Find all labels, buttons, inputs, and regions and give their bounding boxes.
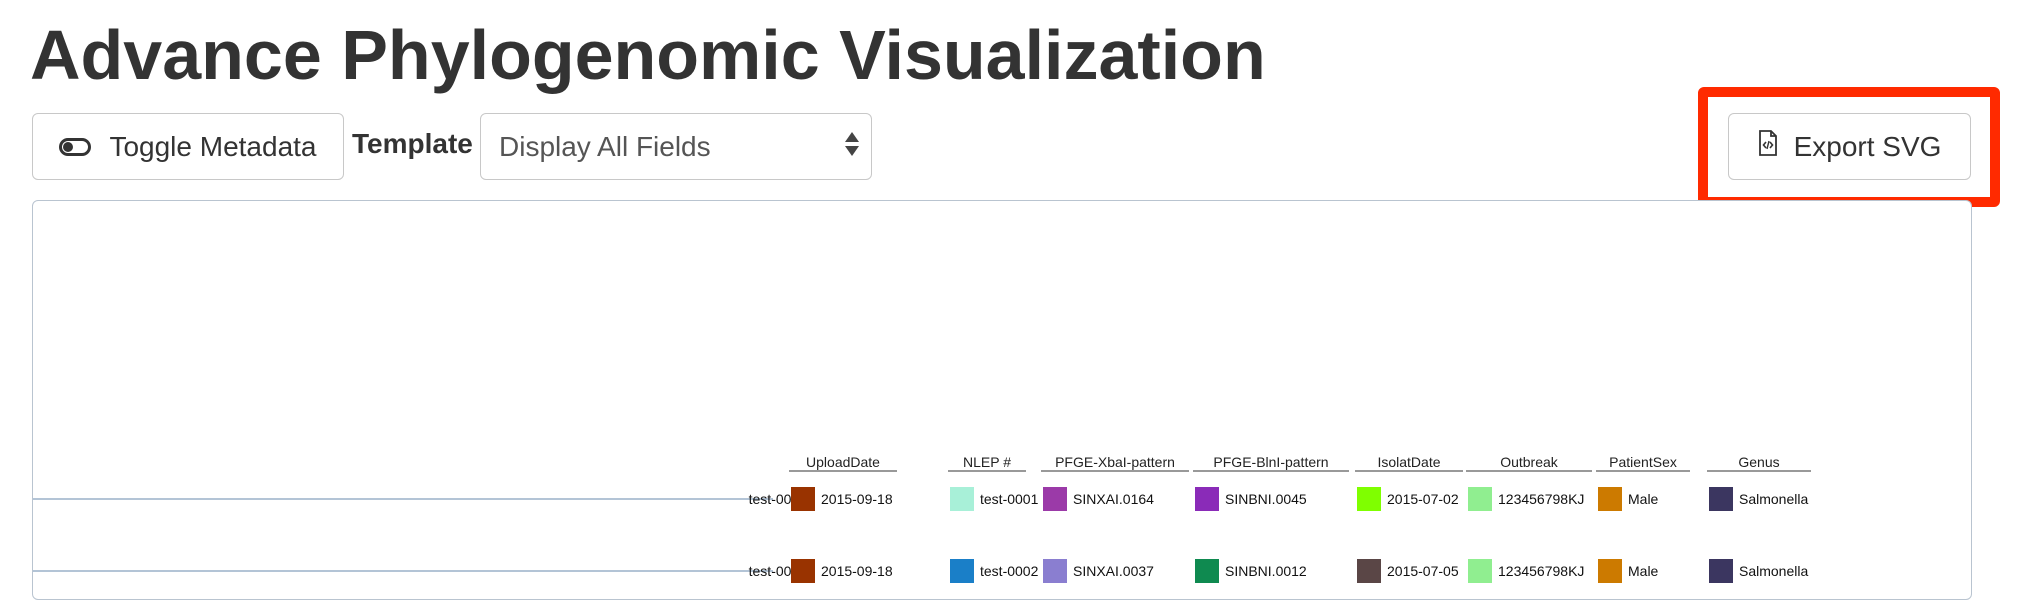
metadata-cell: Salmonella xyxy=(1739,563,1808,579)
metadata-cell: 2015-09-18 xyxy=(821,491,893,507)
export-svg-button[interactable]: Export SVG xyxy=(1728,113,1971,180)
metadata-cell: 123456798KJ xyxy=(1498,491,1584,507)
metadata-swatch xyxy=(791,559,815,583)
metadata-cell: 2015-07-02 xyxy=(1387,491,1459,507)
file-code-icon xyxy=(1758,130,1778,163)
column-header: PFGE-BlnI-pattern xyxy=(1213,454,1328,470)
tree-visualization-panel[interactable]: UploadDate NLEP # PFGE-XbaI-pattern PFGE-Bl… xyxy=(32,200,1972,600)
metadata-cell: Male xyxy=(1628,491,1659,507)
column-header: IsolatDate xyxy=(1377,454,1440,470)
column-header: PatientSex xyxy=(1609,454,1677,470)
metadata-cell: Salmonella xyxy=(1739,491,1808,507)
metadata-swatch xyxy=(950,487,974,511)
toggle-metadata-button[interactable]: Toggle Metadata xyxy=(32,113,344,180)
metadata-cell: 2015-07-05 xyxy=(1387,563,1459,579)
metadata-cell: test-0001 xyxy=(980,491,1039,507)
metadata-swatch xyxy=(1043,559,1067,583)
column-header: PFGE-XbaI-pattern xyxy=(1055,454,1175,470)
page-title: Advance Phylogenomic Visualization xyxy=(30,16,1266,94)
template-select[interactable]: Display All Fields xyxy=(480,113,872,180)
metadata-swatch xyxy=(1598,487,1622,511)
column-header: Outbreak xyxy=(1500,454,1559,470)
metadata-swatch xyxy=(1468,487,1492,511)
export-svg-label: Export SVG xyxy=(1793,130,1942,162)
toggle-metadata-label: Toggle Metadata xyxy=(109,130,317,162)
metadata-swatch xyxy=(1195,559,1219,583)
select-arrows-icon xyxy=(845,132,859,156)
template-label: Template xyxy=(352,128,473,159)
column-header: UploadDate xyxy=(806,454,880,470)
metadata-cell: 123456798KJ xyxy=(1498,563,1584,579)
metadata-swatch xyxy=(1709,487,1733,511)
metadata-swatch xyxy=(791,487,815,511)
metadata-cell: test-0002 xyxy=(980,563,1039,579)
metadata-cell: SINXAI.0037 xyxy=(1073,563,1154,579)
column-header: Genus xyxy=(1738,454,1779,470)
metadata-swatch xyxy=(1195,487,1219,511)
phylogenetic-tree: UploadDate NLEP # PFGE-XbaI-pattern PFGE-Bl… xyxy=(33,454,1811,583)
metadata-cell: SINXAI.0164 xyxy=(1073,491,1154,507)
metadata-swatch xyxy=(1357,487,1381,511)
metadata-cell: Male xyxy=(1628,563,1659,579)
column-header: NLEP # xyxy=(963,454,1011,470)
metadata-cell: 2015-09-18 xyxy=(821,563,893,579)
metadata-swatch xyxy=(1043,487,1067,511)
metadata-swatch xyxy=(1598,559,1622,583)
metadata-cell: SINBNI.0012 xyxy=(1225,563,1307,579)
metadata-cell: SINBNI.0045 xyxy=(1225,491,1307,507)
metadata-swatch xyxy=(1709,559,1733,583)
metadata-swatch xyxy=(1468,559,1492,583)
toggle-icon xyxy=(59,137,92,156)
metadata-swatch xyxy=(1357,559,1381,583)
template-select-value: Display All Fields xyxy=(499,130,711,162)
metadata-swatch xyxy=(950,559,974,583)
